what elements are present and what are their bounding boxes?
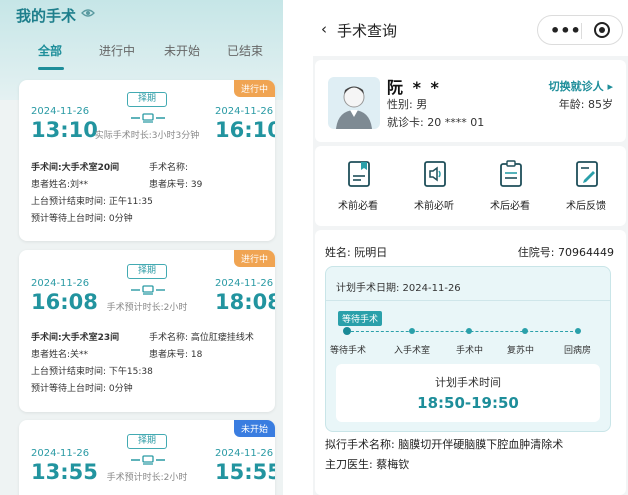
wait-time-field: 预计等待上台时间: 0分钟 — [31, 214, 133, 224]
speaker-icon — [424, 161, 446, 187]
prev-end-field: 上台预计结束时间: 正午11:35 — [31, 197, 153, 207]
end-date: 2024-11-26 — [215, 106, 274, 117]
planned-time-value: 18:50-19:50 — [417, 394, 519, 412]
patient-name-field: 患者姓名:刘** — [31, 180, 89, 190]
progress-track — [346, 331, 578, 332]
pre-op-listen-item[interactable]: 术前必听 — [399, 146, 469, 222]
patient-name-field: 患者姓名:关** — [31, 350, 89, 360]
avatar — [328, 77, 380, 129]
menu-label: 术前必听 — [414, 201, 454, 212]
patient-gender: 性别: 男 — [387, 98, 428, 111]
tab-in-progress[interactable]: 进行中 — [99, 42, 135, 59]
step-dot — [466, 328, 472, 334]
surgery-type-tag: 择期 — [127, 434, 167, 449]
menu-label: 术后必看 — [490, 201, 530, 212]
step-dot — [409, 328, 415, 334]
surgery-name: 拟行手术名称: 脑膜切开伴硬脑膜下腔血肿清除术 — [325, 438, 564, 451]
patient-name: 阮 * * — [387, 78, 441, 97]
surgery-type-tag: 择期 — [127, 264, 167, 279]
patient-age: 年龄: 85岁 — [558, 98, 613, 111]
status-tabs: 全部 进行中 未开始 已结束 — [0, 42, 283, 62]
surgery-plan-box: 计划手术日期: 2024-11-26 等待手术 等待手术 入手术室 手术中 复苏… — [325, 266, 611, 432]
post-op-feedback-item[interactable]: 术后反馈 — [551, 146, 621, 222]
patient-card-number: 就诊卡: 20 **** 01 — [387, 116, 485, 129]
tab-finished[interactable]: 已结束 — [227, 42, 263, 59]
room-field: 手术间:大手术室23间 — [31, 333, 120, 343]
start-date: 2024-11-26 — [31, 278, 90, 289]
start-date: 2024-11-26 — [31, 106, 90, 117]
post-op-read-item[interactable]: 术后必看 — [475, 146, 545, 222]
surgery-card[interactable]: 进行中 2024-11-26 16:08 择期 手术预计时长:2小时 2024-… — [19, 250, 275, 412]
divider — [326, 300, 610, 301]
end-time: 16:10 — [215, 118, 275, 142]
start-date: 2024-11-26 — [31, 448, 90, 459]
tab-not-started[interactable]: 未开始 — [164, 42, 200, 59]
switch-patient-button[interactable]: 切换就诊人 ▸ — [549, 78, 613, 94]
surgery-card[interactable]: 未开始 2024-11-26 13:55 择期 手术预计时长:2小时 2024-… — [19, 420, 275, 495]
end-time: 15:55 — [215, 460, 275, 484]
plan-date: 计划手术日期: 2024-11-26 — [336, 283, 461, 294]
inpatient-number: 住院号: 70964449 — [517, 246, 614, 259]
bed-icon — [131, 455, 165, 465]
close-target-icon[interactable] — [594, 22, 610, 38]
duration-text: 手术预计时长:2小时 — [106, 473, 188, 483]
surgery-type-tag: 择期 — [127, 92, 167, 107]
bed-icon — [131, 113, 165, 123]
surgery-query-panel: ‹ 手术查询 ••• 阮 * * 切换就诊人 ▸ 性别: 男 年龄: 85岁 就… — [313, 0, 628, 495]
page-title: 手术查询 — [337, 22, 398, 40]
more-icon[interactable]: ••• — [550, 21, 581, 40]
surgery-card[interactable]: 进行中 2024-11-26 13:10 择期 实际手术时长:3小时3分钟 20… — [19, 80, 275, 241]
status-badge: 未开始 — [233, 420, 275, 437]
duration-text: 实际手术时长:3小时3分钟 — [94, 131, 200, 141]
edit-icon — [576, 161, 598, 187]
bed-number-field: 患者床号: 39 — [149, 180, 203, 190]
pre-op-read-item[interactable]: 术前必看 — [323, 146, 393, 222]
end-date: 2024-11-26 — [215, 278, 274, 289]
surgeon-name: 主刀医生: 蔡梅钦 — [325, 458, 410, 471]
bed-icon — [131, 285, 165, 295]
room-field: 手术间:大手术室20间 — [31, 163, 120, 173]
my-surgery-panel: 我的手术 全部 进行中 未开始 已结束 进行中 2024-11-26 13:10… — [0, 0, 283, 495]
menu-label: 术前必看 — [338, 201, 378, 212]
step-dot — [343, 327, 351, 335]
surgery-detail-card: 姓名: 阮明日 住院号: 70964449 计划手术日期: 2024-11-26… — [315, 230, 626, 495]
miniprogram-capsule: ••• — [537, 15, 623, 45]
end-date: 2024-11-26 — [215, 448, 274, 459]
back-button[interactable]: ‹ — [321, 20, 327, 38]
tab-all[interactable]: 全部 — [38, 42, 62, 59]
detail-patient-name: 姓名: 阮明日 — [325, 246, 388, 259]
capsule-divider — [581, 23, 582, 39]
step-label: 复苏中 — [507, 346, 535, 356]
bed-number-field: 患者床号: 18 — [149, 350, 203, 360]
document-icon — [348, 161, 370, 187]
step-dot — [522, 328, 528, 334]
step-label: 入手术室 — [394, 346, 431, 356]
status-badge: 进行中 — [233, 250, 275, 267]
planned-time-label: 计划手术时间 — [435, 376, 501, 389]
status-badge: 进行中 — [233, 80, 275, 97]
step-dot — [575, 328, 581, 334]
active-tab-indicator — [38, 67, 64, 70]
checklist-icon — [500, 160, 522, 187]
duration-text: 手术预计时长:2小时 — [106, 303, 188, 313]
surgery-name-field: 手术名称: — [149, 163, 189, 173]
prev-end-field: 上台预计结束时间: 下午15:38 — [31, 367, 153, 377]
step-label: 手术中 — [456, 346, 484, 356]
surgery-name-field: 手术名称: 高位肛瘘挂线术 — [149, 333, 254, 343]
menu-label: 术后反馈 — [566, 201, 606, 212]
nav-bar: ‹ 手术查询 ••• — [313, 0, 628, 56]
planned-time-box: 计划手术时间 18:50-19:50 — [336, 364, 600, 422]
end-time: 18:08 — [215, 290, 275, 314]
page-title: 我的手术 — [16, 7, 77, 25]
step-label: 回病房 — [564, 346, 592, 356]
current-step-flag: 等待手术 — [338, 311, 383, 326]
guide-menu: 术前必看 术前必听 术后必看 术后反馈 — [315, 146, 626, 226]
eye-icon[interactable] — [81, 7, 95, 19]
wait-time-field: 预计等待上台时间: 0分钟 — [31, 384, 133, 394]
patient-card: 阮 * * 切换就诊人 ▸ 性别: 男 年龄: 85岁 就诊卡: 20 ****… — [315, 60, 626, 142]
step-label: 等待手术 — [330, 346, 367, 356]
